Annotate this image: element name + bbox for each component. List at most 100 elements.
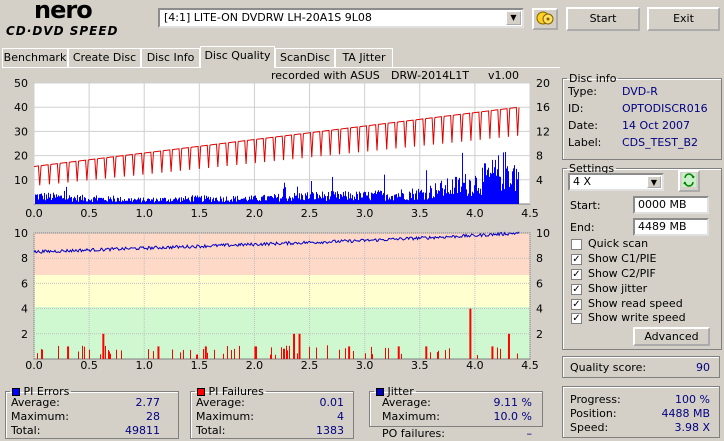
pie-bar xyxy=(455,176,456,204)
pie-bar xyxy=(58,195,59,204)
pif-bar xyxy=(445,350,446,359)
pie-bar xyxy=(484,163,485,204)
tab-scandisc[interactable]: ScanDisc xyxy=(275,48,335,67)
pie-bar xyxy=(364,191,365,204)
pie-bar xyxy=(295,195,296,204)
pie-bar xyxy=(511,184,512,204)
pie-bar xyxy=(63,198,64,204)
show-c1-pie-checkbox[interactable]: ✓ xyxy=(571,254,582,265)
pie-bar xyxy=(74,196,75,204)
pie-bar xyxy=(515,190,516,204)
pif-spike xyxy=(254,346,257,359)
pie-bar xyxy=(309,198,310,204)
tab-disc-info[interactable]: Disc Info xyxy=(141,48,200,67)
pie-bar xyxy=(134,198,135,204)
pie-bar xyxy=(372,193,373,204)
nero-logo: nero CD·DVD SPEED xyxy=(4,0,154,42)
pie-bar xyxy=(365,192,366,204)
pie-bar xyxy=(78,201,79,204)
pie-bar xyxy=(205,199,206,204)
pie-bar xyxy=(413,194,414,204)
pie-bar xyxy=(56,194,57,204)
pif-bar xyxy=(449,348,450,359)
show-c2-pif-checkbox[interactable]: ✓ xyxy=(571,269,582,280)
show-jitter-checkbox[interactable]: ✓ xyxy=(571,284,582,295)
pie-bar xyxy=(90,200,91,204)
progress-label: Progress: xyxy=(570,393,621,406)
tab-create-disc[interactable]: Create Disc xyxy=(68,48,141,67)
chart2-y-right-tick: 8 xyxy=(536,252,543,265)
pie-bar xyxy=(353,200,354,204)
quick-scan-checkbox[interactable] xyxy=(571,239,582,250)
pie-bar xyxy=(180,201,181,204)
tab-benchmark[interactable]: Benchmark xyxy=(2,48,68,67)
start-button[interactable]: Start xyxy=(566,7,640,31)
pif-avg-label: Average: xyxy=(196,396,245,409)
drive-value: [4:1] LITE-ON DVDRW LH-20A1S 9L08 xyxy=(164,11,372,24)
drive-select[interactable]: [4:1] LITE-ON DVDRW LH-20A1S 9L08 ▼ xyxy=(158,8,524,28)
pif-bar xyxy=(183,349,184,359)
pif-spike xyxy=(425,346,428,359)
show-c2-pif-label: Show C2/PIF xyxy=(588,267,656,280)
end-field[interactable]: 4489 MB xyxy=(633,218,709,236)
eject-refresh-button[interactable] xyxy=(532,8,558,30)
pie-bar xyxy=(84,197,85,204)
pie-bar xyxy=(285,187,286,204)
show-read-speed-checkbox[interactable]: ✓ xyxy=(571,299,582,310)
exit-button[interactable]: Exit xyxy=(647,7,720,31)
chart1-x-tick: 1.0 xyxy=(135,207,153,220)
pi-failures-chart: 0.0 0.5 1.0 1.5 2.0 2.5 3.0 3.5 4.0 4.5 2 4 6 8 10 2 4 6 8… xyxy=(14,227,550,370)
pie-bar xyxy=(435,183,436,204)
pie-bar xyxy=(326,201,327,204)
start-field[interactable]: 0000 MB xyxy=(633,196,709,214)
disc-id-value: OPTODISCR016 xyxy=(622,102,708,115)
pie-bar xyxy=(478,187,479,204)
pie-bar xyxy=(332,176,333,204)
tab-ta-jitter[interactable]: TA Jitter xyxy=(335,48,393,67)
pie-bar xyxy=(495,159,496,204)
pie-bar xyxy=(463,182,464,204)
pie-bar xyxy=(187,198,188,204)
show-write-speed-checkbox[interactable]: ✓ xyxy=(571,313,582,324)
pie-bar xyxy=(331,191,332,204)
pie-bar xyxy=(64,190,65,204)
pie-bar xyxy=(209,199,210,204)
pie-bar xyxy=(266,200,267,204)
pie-bar xyxy=(322,191,323,204)
pie-bar xyxy=(481,194,482,204)
show-write-speed-label: Show write speed xyxy=(588,311,686,324)
pie-bar xyxy=(156,198,157,204)
pie-bar xyxy=(321,198,322,204)
pie-bar xyxy=(185,196,186,204)
pie-bar xyxy=(384,174,385,204)
pie-bar xyxy=(39,194,40,204)
pie-bar xyxy=(260,200,261,204)
pie-bar xyxy=(411,198,412,204)
speed-select[interactable]: 4 X ▼ xyxy=(568,173,664,191)
pie-bar xyxy=(396,193,397,204)
pie-bar xyxy=(499,176,500,204)
pie-bar xyxy=(318,198,319,204)
tab-disc-quality[interactable]: Disc Quality xyxy=(200,46,275,68)
advanced-button[interactable]: Advanced xyxy=(633,327,710,346)
show-jitter-label: Show jitter xyxy=(588,282,648,295)
pie-bar xyxy=(314,199,315,204)
disc-info-title: Disc info xyxy=(569,72,617,85)
pie-bar xyxy=(253,196,254,204)
chart2-y-left-tick: 10 xyxy=(14,227,28,240)
chevron-down-icon[interactable]: ▼ xyxy=(506,11,521,25)
pie-bar xyxy=(288,198,289,204)
pie-bar xyxy=(349,198,350,204)
pie-bar xyxy=(315,199,316,204)
chevron-down-icon[interactable]: ▼ xyxy=(647,176,661,188)
chart2-y-right-tick: 10 xyxy=(536,227,550,240)
pie-bar xyxy=(255,195,256,204)
pie-bar xyxy=(462,152,463,204)
type-label: Type: xyxy=(568,85,597,98)
pif-bar xyxy=(353,351,354,359)
pif-spike xyxy=(67,346,70,359)
pie-bar xyxy=(216,197,217,204)
pie-bar xyxy=(503,152,504,204)
refresh-button[interactable] xyxy=(678,170,700,192)
pie-bar xyxy=(265,200,266,204)
